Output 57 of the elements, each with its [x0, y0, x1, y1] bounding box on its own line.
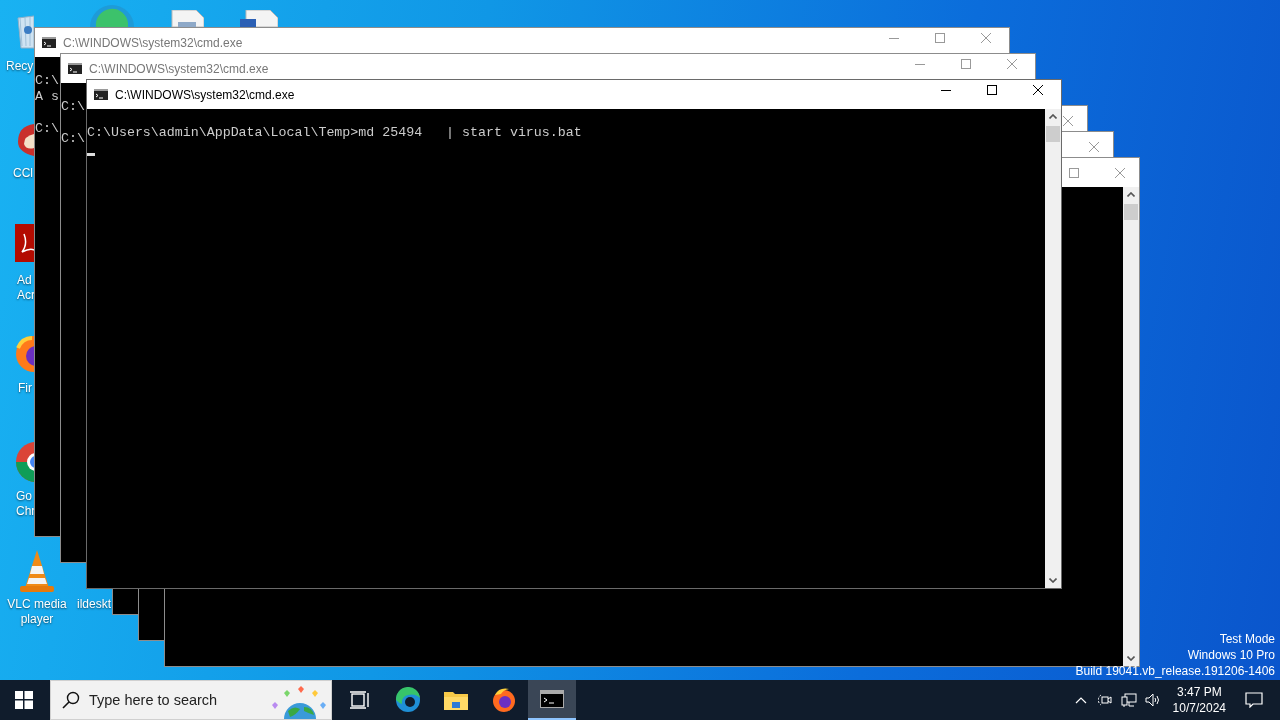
- close-icon: [1063, 115, 1073, 126]
- maximize-icon: [1069, 167, 1079, 178]
- speaker-icon: [1144, 693, 1161, 707]
- document-icon[interactable]: [170, 10, 204, 27]
- network-icon: [1120, 692, 1137, 708]
- camera-icon: [1097, 692, 1112, 708]
- system-notice-text: Windows 10 Pro: [1187, 647, 1275, 663]
- scrollbar-thumb[interactable]: [1124, 204, 1138, 220]
- scroll-up-icon[interactable]: [1127, 192, 1135, 197]
- icon-label[interactable]: Ad Acr: [17, 273, 35, 303]
- terminal-icon: [42, 37, 56, 48]
- document-icon[interactable]: [240, 10, 278, 27]
- icon-label[interactable]: CCl: [13, 166, 33, 181]
- close-icon: [1115, 167, 1125, 178]
- terminal-icon: [94, 89, 108, 100]
- close-icon: [1089, 141, 1099, 152]
- windows-logo-icon: [15, 691, 33, 709]
- scroll-down-icon[interactable]: [1127, 656, 1135, 661]
- system-notice-text: Build 19041.vb_release.191206-1406: [1075, 663, 1275, 679]
- console-line: A s: [35, 89, 59, 105]
- task-view-icon: [350, 691, 370, 709]
- icon-label[interactable]: Fir: [18, 381, 32, 396]
- system-notice-text: Test Mode: [1219, 631, 1275, 647]
- icon-label[interactable]: VLC media player: [4, 597, 70, 627]
- console-line: C:\: [61, 99, 85, 115]
- search-field[interactable]: Type here to search: [50, 680, 332, 720]
- scrollbar-thumb[interactable]: [1046, 126, 1060, 142]
- window-title: C:\WINDOWS\system32\cmd.exe: [63, 35, 243, 50]
- close-icon: [1007, 59, 1017, 69]
- icon-label[interactable]: ildeskt: [77, 597, 111, 612]
- scroll-down-icon[interactable]: [1049, 578, 1057, 583]
- maximize-icon: [961, 59, 971, 69]
- taskbar-app-button[interactable]: [528, 680, 576, 720]
- scrollbar[interactable]: [1045, 109, 1061, 588]
- browser-icon: [491, 687, 517, 713]
- window-title: C:\WINDOWS\system32\cmd.exe: [89, 61, 269, 76]
- console-line: C:\: [35, 121, 59, 137]
- folder-icon: [444, 690, 468, 710]
- window-title: C:\WINDOWS\system32\cmd.exe: [115, 87, 295, 102]
- scrollbar[interactable]: [1123, 187, 1139, 666]
- speech-bubble-icon: [1245, 692, 1263, 708]
- chevron-up-icon: [1074, 696, 1087, 704]
- clock[interactable]: 3:47 PM 10/7/2024: [1164, 684, 1234, 716]
- icon-label[interactable]: Recy: [6, 59, 34, 74]
- browser-icon: [395, 687, 421, 713]
- terminal-icon: [540, 690, 564, 708]
- scroll-up-icon[interactable]: [1049, 114, 1057, 119]
- console-line: C:\Users\admin\AppData\Local\Temp>md 25494 | start virus.bat: [87, 125, 582, 141]
- close-icon: [1033, 85, 1043, 95]
- maximize-icon: [935, 33, 945, 43]
- close-icon: [981, 33, 991, 43]
- maximize-icon: [987, 85, 997, 95]
- search-icon: [62, 691, 80, 709]
- icon-label[interactable]: Go Chr: [16, 489, 36, 519]
- console-line: C:\: [61, 131, 85, 147]
- terminal-icon: [68, 63, 82, 74]
- console-line: C:\: [35, 73, 59, 89]
